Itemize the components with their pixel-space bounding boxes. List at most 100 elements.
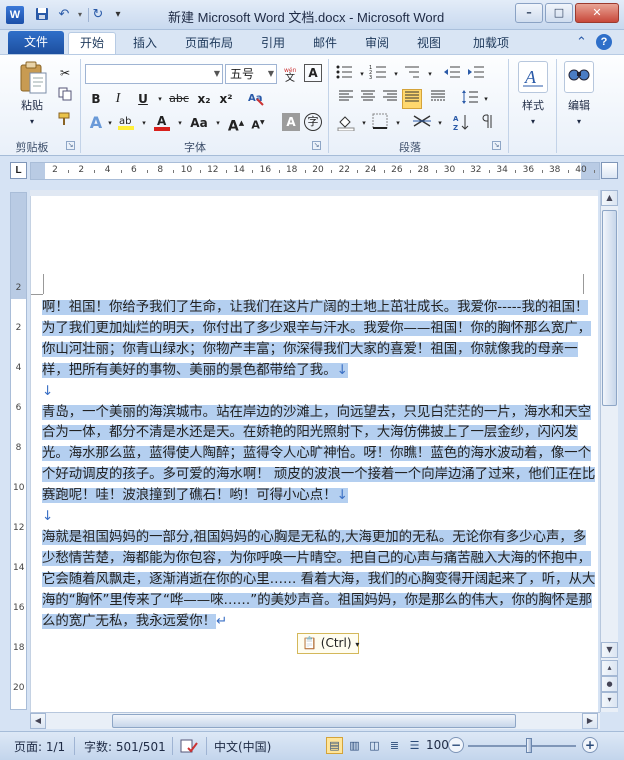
tab-selector[interactable]: L [10,162,27,179]
chinese-layout-dropdown-icon[interactable]: ▾ [430,113,450,133]
save-icon[interactable] [34,7,50,23]
paste-icon[interactable] [18,61,48,94]
language-indicator[interactable]: 中文(中国) [214,738,271,755]
font-size-combo[interactable]: 五号 ▼ [225,64,277,84]
tab-references[interactable]: 引用 [250,33,296,54]
increase-indent-icon[interactable] [466,64,486,84]
justify-icon[interactable] [402,89,422,109]
change-case-dropdown-icon[interactable]: ▾ [208,113,228,133]
scroll-right-button[interactable]: ▶ [582,713,598,729]
styles-dropdown-icon[interactable]: ▾ [526,113,540,133]
bold-button[interactable]: B [86,89,106,109]
redo-icon[interactable]: ↻ [90,7,106,23]
decrease-indent-icon[interactable] [442,64,462,84]
tab-review[interactable]: 审阅 [354,33,400,54]
enclose-characters-icon[interactable]: 字 [304,113,322,131]
format-painter-icon[interactable] [55,111,75,131]
tab-mailings[interactable]: 邮件 [302,33,348,54]
vertical-scrollbar[interactable]: ▲ ▼ ▴ ● ▾ [600,190,618,712]
paste-dropdown-icon[interactable]: ▾ [24,113,40,133]
borders-dropdown-icon[interactable]: ▾ [388,113,408,133]
subscript-button[interactable]: x₂ [194,89,214,109]
view-ruler-icon[interactable] [601,162,618,179]
find-icon[interactable] [564,61,594,93]
outline-view-icon[interactable]: ≣ [386,737,403,754]
align-right-icon[interactable] [380,89,400,109]
align-left-icon[interactable] [336,89,356,109]
page-count[interactable]: 页面: 1/1 [14,738,65,755]
scroll-left-button[interactable]: ◀ [30,713,46,729]
next-page-button[interactable]: ▾ [601,692,618,708]
close-button[interactable]: ✕ [575,3,619,23]
document-body[interactable]: 啊！祖国！你给予我们了生命，让我们在这片广阔的土地上茁壮成长。我爱你-----我… [42,298,598,632]
character-shading-icon[interactable]: A [282,113,300,131]
character-border-icon[interactable]: A [304,64,322,82]
tab-page-layout[interactable]: 页面布局 [178,33,240,54]
shading-icon[interactable] [336,113,356,133]
scroll-down-button[interactable]: ▼ [601,642,618,658]
vertical-ruler[interactable]: 2 2 4 6 8 10 12 14 16 18 20 [10,192,27,710]
numbering-icon[interactable]: 123 [368,64,388,84]
distributed-icon[interactable] [428,89,448,109]
styles-icon[interactable]: A [518,61,548,93]
tab-addins[interactable]: 加载项 [462,33,520,54]
ruler-number: 36 [522,165,535,175]
paragraph-launcher-icon[interactable]: ↘ [492,141,501,150]
borders-icon[interactable] [370,113,390,133]
strikethrough-button[interactable]: abc [166,89,192,109]
shrink-font-icon[interactable]: A▼ [248,113,268,133]
highlight-dropdown-icon[interactable]: ▾ [134,113,154,133]
maximize-button[interactable]: □ [545,3,573,23]
zoom-slider-track[interactable] [468,745,576,747]
cut-icon[interactable]: ✂ [55,63,75,83]
customize-icon[interactable]: ▾ [110,7,126,23]
clipboard-launcher-icon[interactable]: ↘ [66,141,75,150]
multilevel-list-icon[interactable] [402,64,422,84]
editing-dropdown-icon[interactable]: ▾ [572,113,586,133]
font-color-icon[interactable]: A [152,113,172,133]
tab-home[interactable]: 开始 [68,32,116,55]
previous-page-button[interactable]: ▴ [601,660,618,676]
word-app-icon[interactable]: W [6,6,24,24]
highlight-icon[interactable]: ab [116,113,136,133]
horizontal-ruler[interactable]: 2 2 4 6 8 10 12 14 16 18 20 22 24 26 28 30 32 34 36 38 40 [30,162,600,180]
multilevel-dropdown-icon[interactable]: ▾ [420,64,440,84]
browse-object-button[interactable]: ● [601,676,618,692]
web-layout-icon[interactable]: ◫ [366,737,383,754]
font-name-combo[interactable]: ▼ [85,64,223,84]
italic-button[interactable]: I [108,89,128,109]
tab-file[interactable]: 文件 [8,31,64,54]
sort-icon[interactable]: AZ [452,113,472,133]
copy-icon[interactable] [55,87,75,107]
undo-icon[interactable]: ↶ [56,7,72,23]
tab-insert[interactable]: 插入 [122,33,168,54]
zoom-out-button[interactable]: − [448,737,464,753]
clear-formatting-icon[interactable]: Aa [246,89,266,109]
font-launcher-icon[interactable]: ↘ [312,141,321,150]
scroll-up-button[interactable]: ▲ [601,190,618,206]
phonetic-guide-icon[interactable]: wén 文 [282,64,302,84]
word-count[interactable]: 字数: 501/501 [84,738,166,755]
superscript-button[interactable]: x² [216,89,236,109]
horizontal-scroll-thumb[interactable] [112,714,516,728]
zoom-slider-thumb[interactable] [526,738,532,753]
draft-view-icon[interactable]: ☰ [406,737,423,754]
line-spacing-dropdown-icon[interactable]: ▾ [476,89,496,109]
full-screen-reading-icon[interactable]: ▥ [346,737,363,754]
chinese-layout-icon[interactable] [412,113,432,133]
horizontal-scrollbar[interactable]: ◀ ▶ [30,712,600,729]
proofing-icon[interactable] [180,738,198,757]
grow-font-icon[interactable]: A▲ [226,113,246,135]
show-hide-marks-icon[interactable] [478,113,498,133]
bullets-icon[interactable] [334,64,354,84]
tab-view[interactable]: 视图 [406,33,452,54]
vertical-scroll-thumb[interactable] [602,210,617,406]
align-center-icon[interactable] [358,89,378,109]
ribbon-collapse-icon[interactable]: ⌃ [576,35,587,50]
help-icon[interactable]: ? [596,34,612,50]
print-layout-view-icon[interactable]: ▤ [326,737,343,754]
zoom-in-button[interactable]: + [582,737,598,753]
paste-options-button[interactable]: 📋 (Ctrl) ▾ [297,633,359,654]
minimize-button[interactable]: – [515,3,543,23]
undo-dropdown-icon[interactable]: ▾ [72,7,88,23]
